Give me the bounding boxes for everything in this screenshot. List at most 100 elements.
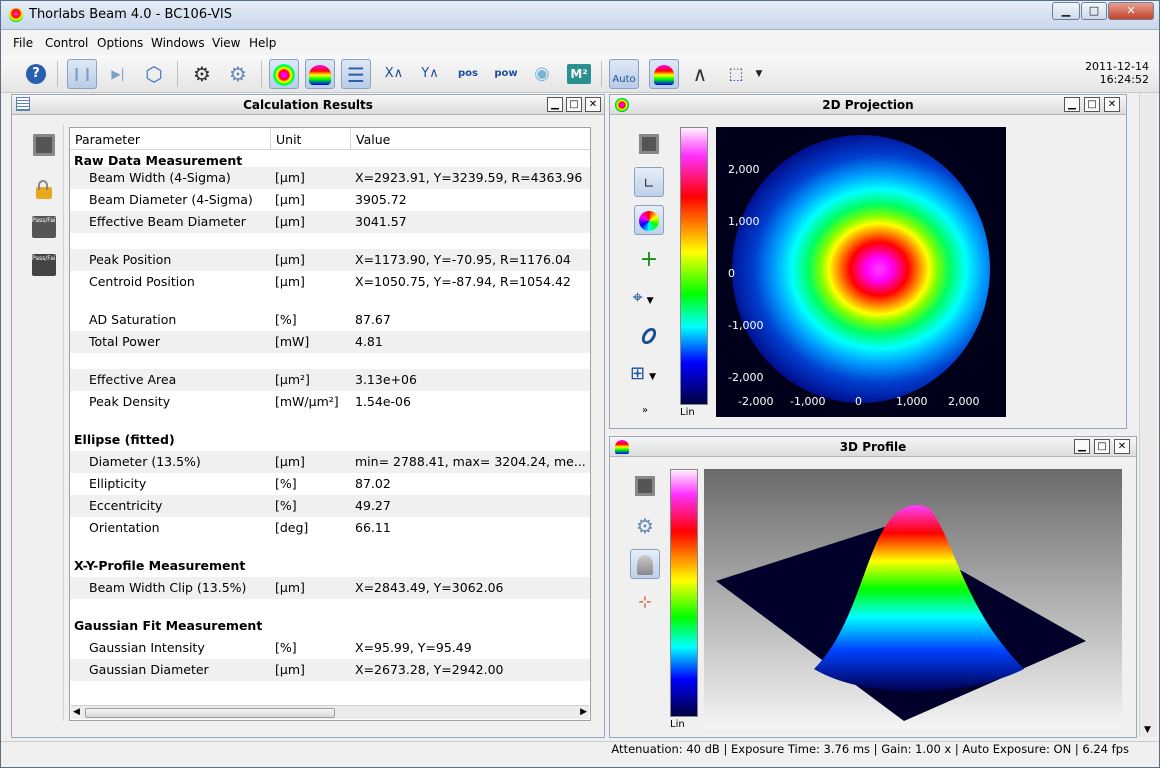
3d-profile-button[interactable] [305, 59, 335, 89]
column-header-value[interactable]: Value [356, 132, 390, 147]
projection-image[interactable]: 2,000 1,000 0 -1,000 -2,000 -2,000 -1,00… [716, 127, 1006, 417]
parameter-cell: X-Y-Profile Measurement [74, 558, 246, 573]
auto-button[interactable]: Auto [609, 59, 639, 89]
x-profile-button[interactable]: X∧ [379, 59, 409, 89]
table-row[interactable]: AD Saturation [%] 87.67 [70, 309, 590, 331]
y-tick-label: 2,000 [728, 163, 760, 176]
color-map-button[interactable] [649, 59, 679, 89]
menu-file[interactable]: File [13, 36, 33, 50]
crosshair-button[interactable]: ⌖ ▼ [628, 283, 658, 313]
calc-results-button[interactable]: ☰ [341, 59, 371, 89]
table-row[interactable]: Ellipticity [%] 87.02 [70, 473, 590, 495]
3d-settings-button[interactable]: ⚙ [630, 511, 660, 541]
chevron-down-icon[interactable]: ▼ [647, 296, 654, 306]
crosshair-icon: ⌖ [632, 287, 643, 308]
horizontal-scrollbar[interactable]: ◀ ▶ [71, 705, 589, 719]
date-text: 2011-12-14 [1085, 60, 1149, 73]
column-header-unit[interactable]: Unit [276, 132, 301, 147]
camera-settings-button[interactable]: ⬡ [139, 59, 169, 89]
table-row[interactable]: Beam Width (4-Sigma) [µm] X=2923.91, Y=323… [70, 167, 590, 189]
3d-view-button[interactable] [630, 549, 660, 579]
panel-minimize-button[interactable]: ▁ [547, 97, 563, 112]
close-button[interactable]: ✕ [1108, 2, 1154, 20]
panel-maximize-button[interactable]: □ [1084, 97, 1100, 112]
menu-control[interactable]: Control [45, 36, 88, 50]
value-cell: X=2923.91, Y=3239.59, R=4363.96 [355, 170, 583, 185]
table-row[interactable]: Beam Diameter (4-Sigma) [µm] 3905.72 [70, 189, 590, 211]
calc-settings-icon: ⚙ [229, 62, 247, 86]
panel-minimize-button[interactable]: ▁ [1064, 97, 1080, 112]
table-row[interactable]: Centroid Position [µm] X=1050.75, Y=-87.94… [70, 271, 590, 293]
table-row[interactable]: Gaussian Intensity [%] X=95.99, Y=95.49 [70, 637, 590, 659]
parameter-cell: Ellipticity [89, 476, 147, 491]
table-row[interactable]: Diameter (13.5%) [µm] min= 2788.41, max= 3… [70, 451, 590, 473]
vertical-scrollbar[interactable]: ▼ [1139, 93, 1157, 737]
status-bar: Attenuation: 40 dB | Exposure Time: 3.76… [1, 741, 1159, 767]
position-button[interactable]: pos [453, 59, 483, 89]
table-row[interactable]: Gaussian Diameter [µm] X=2673.28, Y=2942.0… [70, 659, 590, 681]
menu-help[interactable]: Help [249, 36, 276, 50]
table-row[interactable]: Peak Density [mW/µm²] 1.54e-06 [70, 391, 590, 413]
table-row[interactable]: Orientation [deg] 66.11 [70, 517, 590, 539]
section-row[interactable]: X-Y-Profile Measurement [70, 555, 590, 577]
table-row[interactable]: Peak Position [µm] X=1173.90, Y=-70.95, R=… [70, 249, 590, 271]
m2-button[interactable]: M² [564, 59, 594, 89]
3d-surface [716, 505, 1086, 721]
panel-close-button[interactable]: ✕ [1114, 439, 1130, 454]
table-row[interactable]: Total Power [mW] 4.81 [70, 331, 590, 353]
scroll-down-icon[interactable]: ▼ [1144, 725, 1151, 735]
step-button[interactable]: ▶| [103, 59, 133, 89]
camera-button[interactable]: ◉ [527, 59, 557, 89]
expand-tools-icon[interactable]: » [642, 405, 648, 416]
scroll-thumb[interactable] [85, 708, 335, 718]
save-image-button[interactable] [634, 129, 664, 159]
menu-view[interactable]: View [212, 36, 240, 50]
3d-axes-button[interactable]: ⊹ [630, 587, 660, 617]
table-row[interactable]: Beam Width Clip (13.5%) [µm] X=2843.49, Y=… [70, 577, 590, 599]
y-tick-label: -2,000 [728, 371, 764, 384]
grid-button[interactable]: ⊞ ▼ [628, 359, 658, 389]
calc-settings-button[interactable]: ⚙ [223, 59, 253, 89]
pause-button[interactable]: ❙❙ [67, 59, 97, 89]
x-profile-icon: X∧ [384, 66, 404, 81]
panel-close-button[interactable]: ✕ [1104, 97, 1120, 112]
unit-cell: [µm] [275, 214, 305, 229]
menu-options[interactable]: Options [97, 36, 143, 50]
ellipse-button[interactable] [634, 321, 664, 351]
power-button[interactable]: pow [491, 59, 521, 89]
table-row[interactable]: Effective Area [µm²] 3.13e+06 [70, 369, 590, 391]
table-row[interactable]: Effective Beam Diameter [µm] 3041.57 [70, 211, 590, 233]
panel-close-button[interactable]: ✕ [585, 97, 601, 112]
value-cell: min= 2788.41, max= 3204.24, me... [355, 454, 586, 469]
section-row[interactable]: Gaussian Fit Measurement [70, 615, 590, 637]
color-hex-button[interactable] [634, 205, 664, 235]
value-cell: X=1173.90, Y=-70.95, R=1176.04 [355, 252, 571, 267]
panel-maximize-button[interactable]: □ [1094, 439, 1110, 454]
profile-3d-view[interactable] [704, 469, 1122, 729]
gauss-button[interactable]: ∧ [685, 59, 715, 89]
menu-windows[interactable]: Windows [151, 36, 205, 50]
column-header-parameter[interactable]: Parameter [75, 132, 140, 147]
save-image-button[interactable] [630, 471, 660, 501]
panel-maximize-button[interactable]: □ [566, 97, 582, 112]
chevron-down-icon[interactable]: ▼ [649, 372, 656, 382]
panel-minimize-button[interactable]: ▁ [1074, 439, 1090, 454]
help-button[interactable]: ? [21, 59, 51, 89]
y-tick-label: 0 [728, 267, 735, 280]
minimize-button[interactable]: ▁ [1052, 2, 1080, 20]
scroll-right-icon[interactable]: ▶ [580, 707, 587, 717]
axis-button[interactable]: ∟ [634, 167, 664, 197]
x-tick-label: 0 [855, 395, 862, 408]
2d-projection-button[interactable] [269, 59, 299, 89]
y-profile-button[interactable]: Y∧ [415, 59, 445, 89]
parameter-cell: AD Saturation [89, 312, 177, 327]
zoom-box-button[interactable]: ⬚ [721, 59, 751, 89]
scroll-left-icon[interactable]: ◀ [73, 707, 80, 717]
table-row[interactable]: Eccentricity [%] 49.27 [70, 495, 590, 517]
add-marker-button[interactable]: + [634, 245, 664, 275]
settings-button[interactable]: ⚙ [187, 59, 217, 89]
maximize-button[interactable]: □ [1081, 2, 1107, 20]
zoom-dropdown-button[interactable]: ▼ [749, 59, 769, 89]
x-tick-label: -2,000 [738, 395, 774, 408]
section-row[interactable]: Ellipse (fitted) [70, 429, 590, 451]
